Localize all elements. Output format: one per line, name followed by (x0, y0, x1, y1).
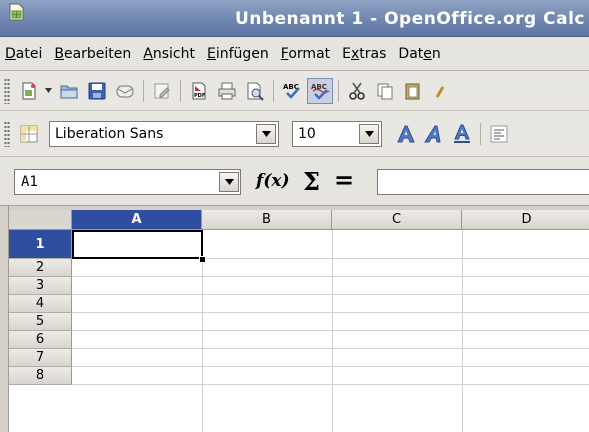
toolbar-separator (480, 122, 481, 145)
export-pdf-icon[interactable]: PDF (186, 78, 212, 104)
active-cell-a1[interactable] (72, 230, 203, 259)
formula-bar: A1 f(x) Σ = (0, 157, 589, 206)
underline-icon[interactable] (449, 121, 475, 147)
toolbar-grip[interactable] (4, 77, 10, 104)
name-box-dropdown-button[interactable] (219, 172, 239, 192)
toolbar-separator (143, 79, 144, 102)
column-header-a[interactable]: A (72, 210, 202, 230)
toolbar-grip[interactable] (4, 120, 10, 147)
grid-left-edge (0, 206, 9, 432)
sum-icon[interactable]: Σ (303, 167, 320, 196)
row-header-2[interactable]: 2 (9, 259, 72, 277)
row-header-3[interactable]: 3 (9, 277, 72, 295)
window-title: Unbenannt 1 - OpenOffice.org Calc (234, 9, 585, 29)
autofill-handle[interactable] (199, 256, 206, 263)
grid-row-line (72, 294, 589, 295)
formatting-toolbar: Liberation Sans 10 (0, 111, 589, 157)
menu-daten[interactable]: Daten (392, 46, 446, 62)
paste-icon[interactable] (400, 78, 426, 104)
function-wizard-icon[interactable]: f(x) (256, 171, 290, 191)
select-all-corner[interactable] (9, 210, 72, 230)
grid-row-line (72, 384, 589, 385)
name-box-value: A1 (21, 174, 38, 190)
email-icon[interactable] (112, 78, 138, 104)
menu-bearbeiten[interactable]: Bearbeiten (48, 46, 137, 62)
column-header-c[interactable]: C (332, 210, 462, 230)
save-icon[interactable] (84, 78, 110, 104)
clone-formatting-icon[interactable] (428, 78, 454, 104)
grid-row-line (72, 312, 589, 313)
spellcheck-icon[interactable]: ABC (279, 78, 305, 104)
row-header-5[interactable]: 5 (9, 313, 72, 331)
standard-toolbar: PDF ABC ABC (0, 71, 589, 111)
spreadsheet-grid[interactable]: ABCD 12345678 (0, 206, 589, 432)
print-icon[interactable] (214, 78, 240, 104)
grid-row-line (72, 276, 589, 277)
calc-app-icon[interactable] (8, 3, 24, 21)
formula-input[interactable] (377, 169, 589, 195)
font-name-dropdown-button[interactable] (256, 123, 276, 144)
row-header-6[interactable]: 6 (9, 331, 72, 349)
menu-format[interactable]: Format (275, 46, 336, 62)
italic-icon[interactable] (421, 121, 447, 147)
font-name-combobox[interactable]: Liberation Sans (49, 120, 279, 147)
name-box[interactable]: A1 (14, 169, 241, 195)
row-header-8[interactable]: 8 (9, 367, 72, 385)
grid-row-line (72, 366, 589, 367)
grid-row-line (72, 330, 589, 331)
copy-icon[interactable] (372, 78, 398, 104)
name-box-dropdown[interactable] (219, 171, 240, 193)
edit-file-icon[interactable] (149, 78, 175, 104)
column-header-b[interactable]: B (202, 210, 332, 230)
menu-ansicht[interactable]: Ansicht (137, 46, 201, 62)
grid-row-line (72, 348, 589, 349)
font-size-combobox[interactable]: 10 (292, 120, 382, 147)
toolbar-separator (180, 79, 181, 102)
page-preview-icon[interactable] (242, 78, 268, 104)
new-dropdown-arrow[interactable] (43, 78, 53, 104)
toolbar-separator (273, 79, 274, 102)
menu-datei[interactable]: Datei (0, 46, 48, 62)
menu-bar: Datei Bearbeiten Ansicht Einfügen Format Extr… (0, 37, 589, 71)
row-header-1[interactable]: 1 (9, 230, 72, 259)
font-size-value: 10 (298, 125, 316, 142)
title-bar: Unbenannt 1 - OpenOffice.org Calc (0, 0, 589, 37)
row-header-7[interactable]: 7 (9, 349, 72, 367)
grid-column-line (332, 230, 333, 432)
align-left-icon[interactable] (486, 121, 512, 147)
cut-icon[interactable] (344, 78, 370, 104)
function-icon[interactable]: = (334, 166, 354, 194)
menu-extras[interactable]: Extras (336, 46, 392, 62)
open-icon[interactable] (56, 78, 82, 104)
bold-icon[interactable] (393, 121, 419, 147)
autospellcheck-icon[interactable]: ABC (307, 77, 333, 104)
styles-icon[interactable] (16, 121, 42, 147)
menu-einfgen[interactable]: Einfügen (201, 46, 275, 62)
font-size-dropdown-button[interactable] (359, 123, 379, 144)
row-header-4[interactable]: 4 (9, 295, 72, 313)
font-name-value: Liberation Sans (55, 125, 164, 142)
svg-text:PDF: PDF (194, 93, 205, 99)
column-header-d[interactable]: D (462, 210, 589, 230)
new-document-icon[interactable] (16, 78, 42, 104)
toolbar-separator (338, 79, 339, 102)
grid-column-line (462, 230, 463, 432)
